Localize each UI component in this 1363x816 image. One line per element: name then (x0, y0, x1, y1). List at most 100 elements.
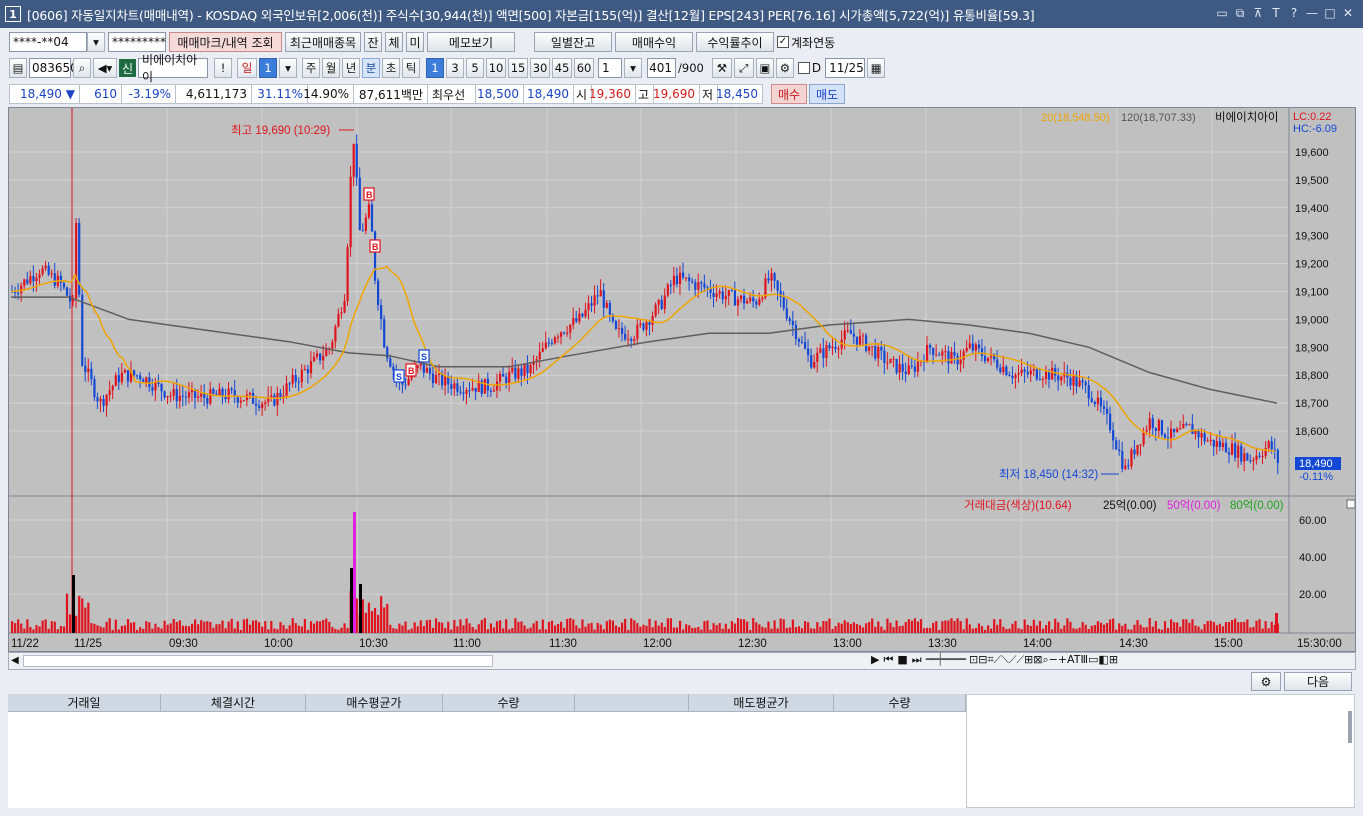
settings-icon[interactable]: ⚙ (1251, 672, 1281, 691)
account-link-label: 계좌연동 (791, 35, 836, 50)
period-year[interactable]: 년 (342, 58, 361, 78)
candle-body (1099, 397, 1103, 407)
account-link-checkbox[interactable]: ✓ 계좌연동 (777, 34, 835, 51)
minute-30[interactable]: 30 (530, 58, 551, 78)
restore-layout-icon[interactable]: ▭ (1215, 4, 1229, 22)
balance-button[interactable]: 잔 (364, 32, 382, 52)
maximize-icon[interactable]: □ (1323, 4, 1337, 22)
pane-scrollbar[interactable] (1348, 711, 1352, 743)
volume-bar (962, 629, 965, 633)
minute-1[interactable]: 1 (426, 58, 445, 78)
font-icon[interactable]: T (1269, 4, 1283, 22)
speaker-icon[interactable]: ◀▾ (93, 58, 117, 78)
volume-bar (65, 593, 69, 633)
drawing-tools-icon[interactable]: ⊡⊟⌗⟋⟍⟋⟋⊞⊠⌕−+ATⅢ▭◧⊞ (969, 653, 1118, 667)
bar-count-input[interactable]: 401 (647, 58, 677, 78)
period-day[interactable]: 일 (237, 58, 258, 78)
period-count[interactable]: 1 (259, 58, 278, 78)
volume-bar (804, 621, 807, 633)
period-week[interactable]: 주 (302, 58, 321, 78)
account-input[interactable]: ****-**04 (9, 32, 87, 52)
volume-bar (68, 614, 72, 633)
minute-45[interactable]: 45 (552, 58, 573, 78)
next-button[interactable]: 다음 (1284, 672, 1352, 691)
volume-bar (1078, 627, 1081, 633)
period-count-dropdown-icon[interactable]: ▾ (279, 58, 298, 78)
recent-trades-button[interactable]: 최근매매종목 (285, 32, 361, 52)
period-minute[interactable]: 분 (362, 58, 381, 78)
rewind-icon[interactable]: ⏮ (883, 653, 893, 667)
interval-dropdown-icon[interactable]: ▾ (624, 58, 643, 78)
candle-body (483, 378, 486, 394)
minute-3[interactable]: 3 (446, 58, 465, 78)
cascade-icon[interactable]: ⧉ (1233, 4, 1247, 22)
candle-body (1227, 452, 1231, 455)
minimize-icon[interactable]: — (1305, 4, 1319, 22)
volume-bar (739, 619, 743, 633)
stock-code-input[interactable]: 083650 (29, 58, 78, 78)
period-month[interactable]: 월 (322, 58, 341, 78)
pin-icon[interactable]: ⊼ (1251, 4, 1265, 22)
indicator-icon[interactable]: ⚒ (711, 58, 732, 78)
low-price: 18,450 (716, 84, 763, 104)
d-checkbox[interactable] (797, 62, 810, 74)
minute-5[interactable]: 5 (466, 58, 485, 78)
minute-60[interactable]: 60 (574, 58, 595, 78)
scroll-thumb[interactable] (23, 655, 493, 667)
zoom-slider[interactable]: ━━┿━━━━ (926, 653, 966, 667)
volume-bar (825, 621, 828, 633)
draw-icon[interactable]: ⤢ (733, 58, 754, 78)
calendar-icon[interactable]: ▦ (867, 58, 886, 78)
minute-10[interactable]: 10 (486, 58, 507, 78)
volume-bar (922, 628, 926, 633)
volume-bar (560, 621, 563, 633)
chart-scrollbar[interactable]: ◀ ▶ ⏮ ■ ⏭ ━━┿━━━━ ⊡⊟⌗⟋⟍⟋⟋⊞⊠⌕−+ATⅢ▭◧⊞ (8, 652, 1356, 670)
volume-bar (743, 619, 746, 633)
profit-trend-button[interactable]: 수익률추이 (696, 32, 774, 52)
trade-mark-button[interactable]: 매매마크/내역 조회 (169, 32, 282, 52)
memo-button[interactable]: 메모보기 (427, 32, 515, 52)
executed-button[interactable]: 체 (385, 32, 403, 52)
candle-body (178, 395, 181, 402)
volume-bar (645, 625, 648, 633)
buy-button[interactable]: 매수 (771, 84, 807, 104)
forward-icon[interactable]: ⏭ (912, 653, 922, 667)
candle-body (901, 363, 904, 372)
period-second[interactable]: 초 (382, 58, 401, 78)
down-arrow-icon: ▼ (65, 87, 75, 101)
scroll-left-icon[interactable]: ◀ (11, 655, 19, 666)
candle-body (468, 390, 471, 392)
price-chart[interactable]: 2024/11/2510:51:0018,840182024/11/2510:4… (8, 107, 1356, 652)
save-icon[interactable]: ▣ (755, 58, 774, 78)
gear-icon[interactable]: ⚙ (775, 58, 794, 78)
help-icon[interactable]: ? (1287, 4, 1301, 22)
stop-icon[interactable]: ■ (897, 653, 907, 667)
stock-name-field[interactable]: 비에이치아이 (138, 53, 209, 84)
chart-svg[interactable]: 2024/11/2510:51:0018,840182024/11/2510:4… (9, 108, 1356, 652)
time-tick-label: 15:00 (1214, 638, 1243, 650)
candle-body (1041, 378, 1045, 380)
unfilled-button[interactable]: 미 (406, 32, 424, 52)
account-dropdown-icon[interactable]: ▾ (87, 32, 105, 52)
alert-button[interactable]: ! (214, 58, 233, 78)
period-tick[interactable]: 틱 (402, 58, 421, 78)
scroll-right-icon[interactable]: ▶ (871, 653, 879, 667)
candle-body (434, 374, 438, 384)
search-icon[interactable]: ⌕ (73, 58, 91, 78)
turnover: 14.90% (303, 84, 353, 104)
volume-bar (898, 626, 901, 633)
panel-close-icon[interactable] (1346, 499, 1355, 509)
password-input[interactable]: ********* (108, 32, 166, 52)
interval-input[interactable]: 1 (598, 58, 623, 78)
trade-marker-label: B (408, 366, 415, 376)
date-input[interactable]: 11/25 (825, 58, 866, 78)
candle-body (87, 368, 90, 373)
minute-15[interactable]: 15 (508, 58, 529, 78)
sell-button[interactable]: 매도 (809, 84, 845, 104)
volume-bar (90, 623, 93, 633)
close-icon[interactable]: ✕ (1341, 4, 1355, 22)
stock-list-icon[interactable]: ▤ (9, 58, 27, 78)
daily-balance-button[interactable]: 일별잔고 (534, 32, 612, 52)
trade-profit-button[interactable]: 매매수익 (615, 32, 693, 52)
check-icon[interactable]: ✓ (777, 36, 789, 48)
